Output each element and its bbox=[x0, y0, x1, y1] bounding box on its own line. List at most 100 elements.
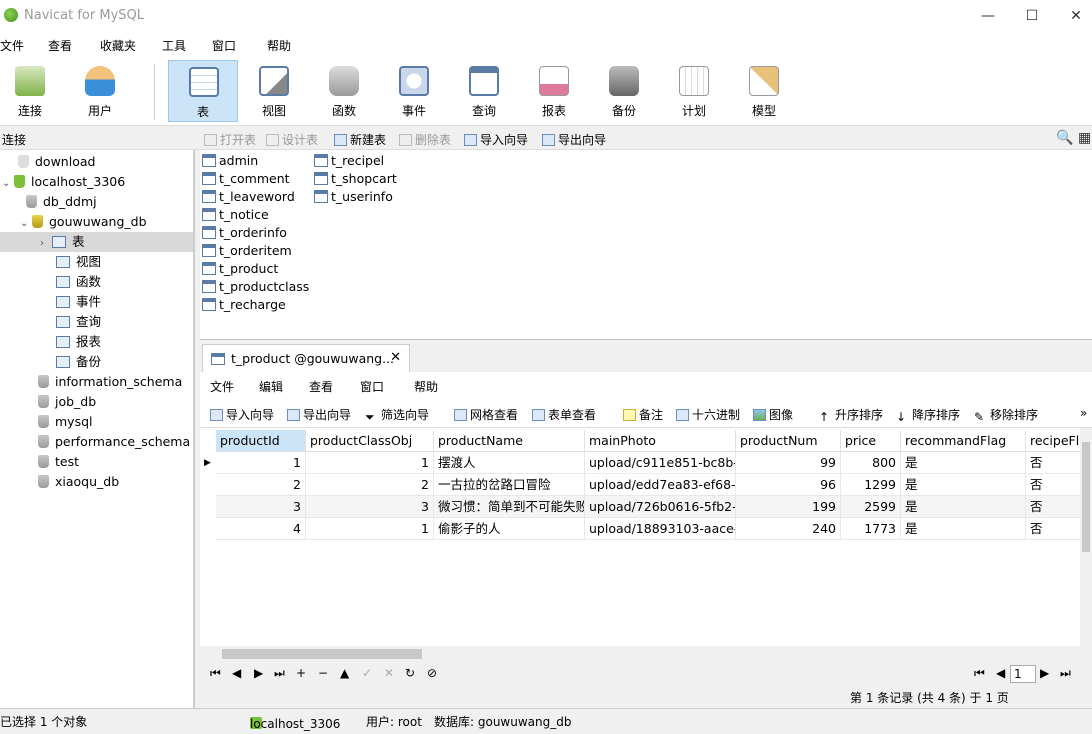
tree-item-information-schema[interactable]: information_schema bbox=[38, 372, 182, 392]
table-cell[interactable]: 否 bbox=[1026, 452, 1080, 474]
page-number-input[interactable]: 1 bbox=[1010, 665, 1036, 683]
table-cell[interactable]: 3 bbox=[216, 496, 306, 518]
filter-wizard-button[interactable]: ⏷ 筛选向导 bbox=[365, 406, 429, 424]
grid-horizontal-scrollbar[interactable] bbox=[200, 646, 1080, 662]
menu-file[interactable]: 文件 bbox=[0, 37, 24, 54]
toolbar-function-button[interactable]: 函数 bbox=[309, 60, 379, 122]
refresh-button[interactable]: ↻ bbox=[405, 666, 415, 680]
close-tab-icon[interactable]: ✕ bbox=[390, 350, 401, 365]
toolbar-table-button[interactable]: 表 bbox=[168, 60, 238, 122]
column-header-productnum[interactable]: productNum bbox=[736, 430, 841, 452]
tree-item-localhost[interactable]: ⌄ localhost_3306 bbox=[2, 172, 125, 192]
table-cell[interactable]: 1 bbox=[216, 452, 306, 474]
toolbar-connection-button[interactable]: 连接 bbox=[0, 60, 65, 122]
tree-item-tables[interactable]: › 表 bbox=[0, 232, 193, 252]
tree-item-views[interactable]: 视图 bbox=[56, 252, 101, 272]
first-record-button[interactable]: ⏮ bbox=[210, 666, 221, 681]
grid-icon[interactable]: ▦ bbox=[1078, 130, 1091, 146]
table-cell[interactable]: 1773 bbox=[841, 518, 901, 540]
import-wizard-button[interactable]: 导入向导 bbox=[464, 131, 528, 148]
table-cell[interactable]: 199 bbox=[736, 496, 841, 518]
table-item-t-userinfo[interactable]: t_userinfo bbox=[314, 188, 393, 206]
table-cell[interactable]: 偷影子的人 bbox=[434, 518, 585, 540]
menu-tools[interactable]: 工具 bbox=[162, 37, 186, 54]
menu-help[interactable]: 帮助 bbox=[267, 37, 291, 54]
tab-menu-window[interactable]: 窗口 bbox=[360, 378, 384, 395]
form-view-button[interactable]: 表单查看 bbox=[532, 406, 596, 423]
first-page-button[interactable]: ⏮ bbox=[974, 666, 985, 681]
table-cell[interactable]: 否 bbox=[1026, 518, 1080, 540]
tree-item-xiaoqu-db[interactable]: xiaoqu_db bbox=[38, 472, 119, 492]
table-cell[interactable]: 2 bbox=[216, 474, 306, 496]
table-cell[interactable]: 是 bbox=[901, 518, 1026, 540]
prev-record-button[interactable]: ◀ bbox=[232, 666, 241, 680]
add-record-button[interactable]: + bbox=[296, 666, 306, 680]
grid-import-button[interactable]: 导入向导 bbox=[210, 406, 274, 423]
last-page-button[interactable]: ⏭ bbox=[1060, 666, 1071, 681]
image-button[interactable]: 图像 bbox=[753, 406, 793, 423]
table-item-t-notice[interactable]: t_notice bbox=[202, 206, 269, 224]
maximize-button[interactable]: ☐ bbox=[1022, 6, 1042, 26]
tree-item-test[interactable]: test bbox=[38, 452, 79, 472]
tree-item-gouwuwang-db[interactable]: ⌄ gouwuwang_db bbox=[20, 212, 147, 232]
table-cell[interactable]: 一古拉的岔路口冒险 bbox=[434, 474, 585, 496]
search-icon[interactable]: 🔍 bbox=[1056, 130, 1073, 146]
apply-button[interactable]: ✓ bbox=[362, 666, 372, 680]
column-header-recommandflag[interactable]: recommandFlag bbox=[901, 430, 1026, 452]
table-item-t-recharge[interactable]: t_recharge bbox=[202, 296, 286, 314]
toolbar-model-button[interactable]: 模型 bbox=[729, 60, 799, 122]
close-button[interactable]: ✕ bbox=[1066, 6, 1086, 26]
tree-item-performance-schema[interactable]: performance_schema bbox=[38, 432, 190, 452]
grid-export-button[interactable]: 导出向导 bbox=[287, 406, 351, 423]
tree-item-backups[interactable]: 备份 bbox=[56, 352, 101, 372]
chevron-right-icon[interactable]: › bbox=[40, 234, 52, 254]
toolbar-backup-button[interactable]: 备份 bbox=[589, 60, 659, 122]
stop-button[interactable]: ⊘ bbox=[427, 666, 437, 680]
design-table-button[interactable]: 设计表 bbox=[266, 131, 318, 148]
table-item-t-orderitem[interactable]: t_orderitem bbox=[202, 242, 292, 260]
grid-vertical-scrollbar[interactable] bbox=[1080, 428, 1092, 646]
table-cell[interactable]: 4 bbox=[216, 518, 306, 540]
sort-desc-button[interactable]: ↓ 降序排序 bbox=[896, 406, 960, 424]
new-table-button[interactable]: 新建表 bbox=[334, 131, 386, 148]
table-item-t-recipel[interactable]: t_recipel bbox=[314, 152, 384, 170]
table-item-t-comment[interactable]: t_comment bbox=[202, 170, 290, 188]
delete-table-button[interactable]: 删除表 bbox=[399, 131, 451, 148]
delete-record-button[interactable]: − bbox=[318, 666, 328, 680]
table-cell[interactable]: 1299 bbox=[841, 474, 901, 496]
column-header-productclassobj[interactable]: productClassObj bbox=[306, 430, 434, 452]
scrollbar-thumb[interactable] bbox=[222, 649, 422, 659]
column-header-recipeflag[interactable]: recipeFla bbox=[1026, 430, 1080, 452]
table-cell[interactable]: 96 bbox=[736, 474, 841, 496]
remove-sort-button[interactable]: ✎ 移除排序 bbox=[974, 406, 1038, 424]
column-header-productid[interactable]: productId bbox=[216, 430, 306, 452]
last-record-button[interactable]: ⏭ bbox=[274, 666, 285, 681]
tab-menu-help[interactable]: 帮助 bbox=[414, 378, 438, 395]
column-header-productname[interactable]: productName bbox=[434, 430, 585, 452]
table-cell[interactable]: 2 bbox=[306, 474, 434, 496]
table-cell[interactable]: 微习惯：简单到不可能失败 bbox=[434, 496, 585, 518]
tab-menu-file[interactable]: 文件 bbox=[210, 378, 234, 395]
hex-button[interactable]: 十六进制 bbox=[676, 406, 740, 423]
table-cell[interactable]: 800 bbox=[841, 452, 901, 474]
table-item-t-shopcart[interactable]: t_shopcart bbox=[314, 170, 397, 188]
table-cell[interactable]: upload/18893103-aace-4 bbox=[585, 518, 736, 540]
menu-view[interactable]: 查看 bbox=[48, 37, 72, 54]
table-cell[interactable]: upload/edd7ea83-ef68-4 bbox=[585, 474, 736, 496]
table-cell[interactable]: 摆渡人 bbox=[434, 452, 585, 474]
tree-item-reports[interactable]: 报表 bbox=[56, 332, 101, 352]
table-item-t-productclass[interactable]: t_productclass bbox=[202, 278, 309, 296]
table-cell[interactable]: 是 bbox=[901, 474, 1026, 496]
table-cell[interactable]: 99 bbox=[736, 452, 841, 474]
table-cell[interactable]: 1 bbox=[306, 452, 434, 474]
column-header-mainphoto[interactable]: mainPhoto bbox=[585, 430, 736, 452]
table-cell[interactable]: 否 bbox=[1026, 474, 1080, 496]
edit-up-button[interactable]: ▲ bbox=[340, 666, 349, 680]
export-wizard-button[interactable]: 导出向导 bbox=[542, 131, 606, 148]
scrollbar-thumb[interactable] bbox=[1082, 442, 1090, 552]
minimize-button[interactable]: — bbox=[978, 6, 998, 26]
tree-item-functions[interactable]: 函数 bbox=[56, 272, 101, 292]
toolbar-query-button[interactable]: 查询 bbox=[449, 60, 519, 122]
next-page-button[interactable]: ▶ bbox=[1040, 666, 1049, 680]
table-item-admin[interactable]: admin bbox=[202, 152, 258, 170]
